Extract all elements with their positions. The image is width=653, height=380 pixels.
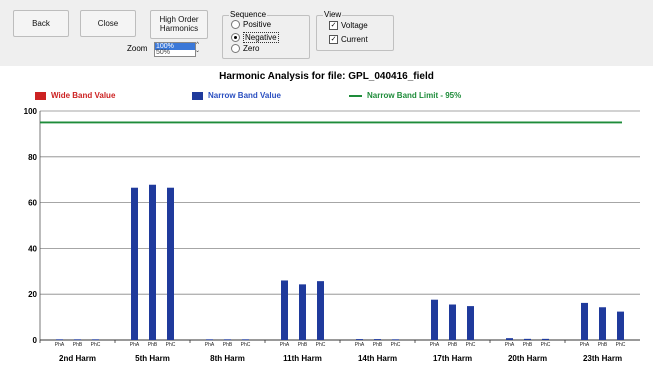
phase-label: PhC bbox=[541, 342, 551, 348]
narrow-band-bar bbox=[449, 304, 456, 340]
narrow-band-bar bbox=[299, 284, 306, 340]
narrow-band-bar bbox=[374, 339, 381, 340]
narrow-band-bar bbox=[242, 339, 249, 341]
phase-label: PhA bbox=[55, 342, 65, 348]
narrow-band-bar bbox=[56, 339, 63, 341]
y-tick-label: 0 bbox=[33, 336, 38, 345]
phase-label: PhB bbox=[148, 342, 158, 348]
narrow-band-bar bbox=[317, 281, 324, 340]
phase-label: PhA bbox=[580, 342, 590, 348]
y-tick-label: 20 bbox=[28, 290, 37, 299]
narrow-band-bar bbox=[167, 187, 174, 340]
phase-label: PhB bbox=[448, 342, 458, 348]
phase-label: PhB bbox=[598, 342, 608, 348]
narrow-band-bar bbox=[149, 184, 156, 340]
narrow-band-bar bbox=[356, 339, 363, 340]
phase-label: PhB bbox=[523, 342, 533, 348]
phase-label: PhC bbox=[241, 342, 251, 348]
phase-label: PhC bbox=[91, 342, 101, 348]
y-tick-label: 80 bbox=[28, 153, 37, 162]
harmonic-group-label: 5th Harm bbox=[135, 354, 170, 363]
narrow-band-bar bbox=[431, 299, 438, 340]
harmonic-group-label: 2nd Harm bbox=[59, 354, 96, 363]
phase-label: PhB bbox=[373, 342, 383, 348]
harmonic-group-label: 14th Harm bbox=[358, 354, 397, 363]
phase-label: PhA bbox=[355, 342, 365, 348]
phase-label: PhC bbox=[166, 342, 176, 348]
narrow-band-bar bbox=[506, 338, 513, 340]
narrow-band-bar bbox=[281, 280, 288, 340]
narrow-band-bar bbox=[131, 187, 138, 340]
harmonic-group-label: 23th Harm bbox=[583, 354, 622, 363]
narrow-band-bar bbox=[581, 302, 588, 340]
phase-label: PhA bbox=[430, 342, 440, 348]
phase-label: PhA bbox=[505, 342, 515, 348]
phase-label: PhC bbox=[316, 342, 326, 348]
narrow-band-bar bbox=[617, 311, 624, 340]
narrow-band-bar bbox=[599, 307, 606, 340]
harmonic-group-label: 11th Harm bbox=[283, 354, 322, 363]
narrow-band-bar bbox=[206, 339, 213, 341]
phase-label: PhA bbox=[130, 342, 140, 348]
narrow-band-bar bbox=[467, 306, 474, 340]
harmonic-chart: 0 20 40 60 80 100 PhA PhB PhC 2nd Harm PhA PhB PhC 5t… bbox=[24, 107, 640, 363]
phase-label: PhB bbox=[223, 342, 233, 348]
y-tick-label: 100 bbox=[24, 107, 38, 116]
narrow-band-bar bbox=[224, 339, 231, 341]
narrow-band-bar bbox=[392, 339, 399, 341]
y-tick-label: 40 bbox=[28, 244, 37, 253]
harmonic-group-label: 17th Harm bbox=[433, 354, 472, 363]
phase-label: PhB bbox=[73, 342, 83, 348]
narrow-band-bar bbox=[524, 338, 531, 340]
harmonic-group-label: 20th Harm bbox=[508, 354, 547, 363]
phase-label: PhA bbox=[280, 342, 290, 348]
phase-label: PhA bbox=[205, 342, 215, 348]
narrow-band-bar bbox=[542, 338, 549, 340]
narrow-band-bar bbox=[74, 339, 81, 341]
phase-label: PhC bbox=[391, 342, 401, 348]
phase-label: PhC bbox=[616, 342, 626, 348]
harmonic-group-label: 8th Harm bbox=[210, 354, 245, 363]
narrow-band-bar bbox=[92, 339, 99, 341]
y-tick-label: 60 bbox=[28, 199, 37, 208]
phase-label: PhC bbox=[466, 342, 476, 348]
phase-label: PhB bbox=[298, 342, 308, 348]
